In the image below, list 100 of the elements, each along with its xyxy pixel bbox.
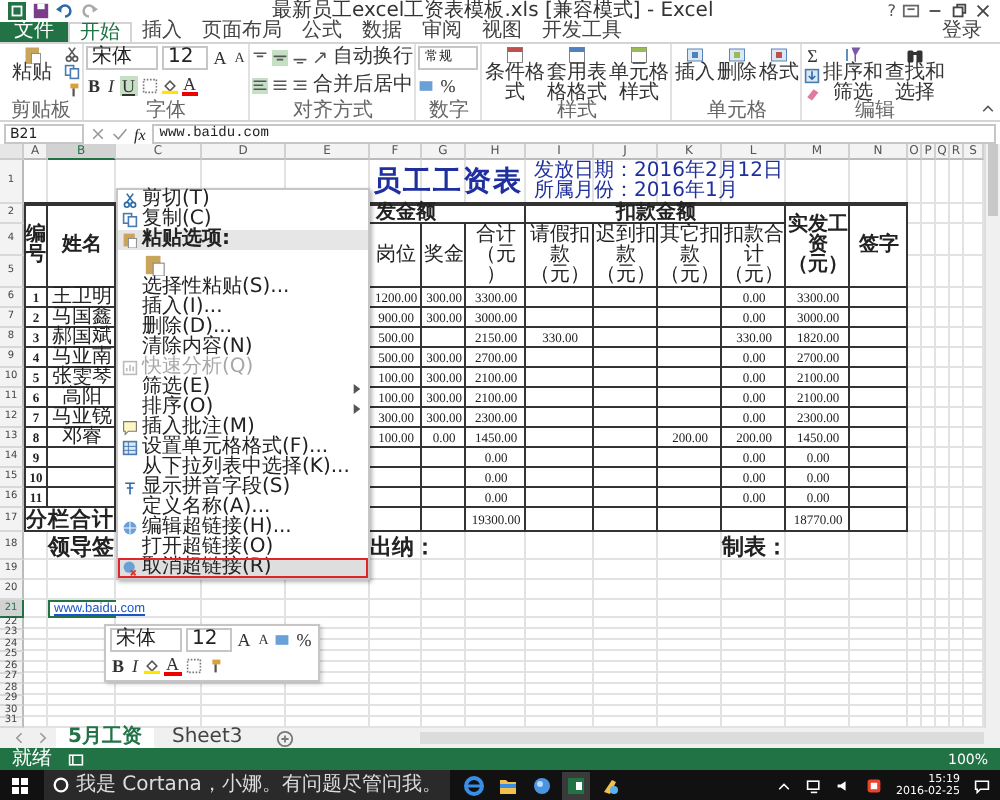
menu-item[interactable]: 清除内容(N)	[118, 338, 368, 358]
font-size-dropdown[interactable]: 12	[186, 628, 232, 652]
fill-color-icon[interactable]	[144, 658, 161, 674]
percent-button[interactable]: %	[438, 76, 458, 96]
insert-function-button[interactable]: fx	[134, 125, 146, 143]
table-style-icon	[567, 46, 586, 64]
horizontal-align-icon[interactable]	[292, 78, 309, 94]
paste-option-icon[interactable]	[144, 253, 166, 275]
spreadsheet-app-icon[interactable]	[565, 775, 586, 795]
italic-button[interactable]: I	[130, 656, 141, 676]
currency-icon[interactable]	[418, 78, 435, 94]
cells-button[interactable]: 格式	[758, 46, 799, 84]
ribbon-tab[interactable]: 页面布局	[192, 22, 292, 42]
fill-icon[interactable]	[804, 68, 821, 84]
editing-button[interactable]: 查找和选择	[884, 46, 945, 104]
currency-icon[interactable]	[274, 632, 291, 648]
menu-item[interactable]: 从下拉列表中选择(K)...	[118, 458, 368, 478]
cells-button[interactable]: 删除	[716, 46, 757, 84]
windows-start-icon[interactable]	[10, 775, 30, 795]
percent-button[interactable]: %	[294, 630, 314, 650]
cells-button[interactable]: 插入	[674, 46, 715, 84]
border-icon[interactable]	[141, 78, 158, 94]
globe-remove-icon	[122, 560, 138, 576]
menu-item[interactable]: 定义名称(A)...	[118, 498, 368, 518]
bold-button[interactable]: B	[110, 656, 127, 676]
fill-color-icon[interactable]	[161, 78, 178, 94]
font-name-dropdown[interactable]: 宋体	[110, 628, 182, 652]
ribbon-tab[interactable]: 开发工具	[532, 22, 632, 42]
input-method-icon[interactable]	[866, 777, 883, 793]
menu-item[interactable]: 复制(C)	[118, 210, 368, 230]
font-name-dropdown[interactable]: 宋体	[86, 46, 158, 70]
macro-record-icon[interactable]	[68, 751, 84, 767]
menu-item[interactable]: 打开超链接(O)	[118, 538, 368, 558]
text-orientation-icon[interactable]	[312, 50, 329, 66]
ribbon-tab[interactable]: 视图	[472, 22, 532, 42]
vertical-align-icon[interactable]	[272, 50, 289, 66]
ribbon-tab[interactable]: 公式	[292, 22, 352, 42]
group-label: 数字	[426, 102, 471, 120]
style-button[interactable]: 单元格样式	[608, 46, 669, 104]
add-sheet-icon[interactable]	[276, 729, 295, 747]
globe-icon[interactable]	[531, 775, 552, 795]
menu-item[interactable]: 选择性粘贴(S)...	[118, 278, 368, 298]
menu-item[interactable]: 筛选(E)	[118, 378, 368, 398]
menu-item[interactable]: 设置单元格格式(F)...	[118, 438, 368, 458]
ribbon-tab[interactable]: 开始	[68, 22, 132, 42]
sign-in-link[interactable]: 登录	[932, 22, 992, 42]
save-icon[interactable]	[32, 2, 50, 20]
close-icon[interactable]	[974, 2, 993, 20]
font-size-dropdown[interactable]: 12	[162, 46, 208, 70]
bold-button[interactable]: B	[86, 76, 103, 96]
paint-app-icon[interactable]	[599, 775, 620, 795]
sheet-tab[interactable]: 5月工资	[56, 727, 154, 749]
horizontal-align-icon[interactable]	[252, 78, 269, 94]
collapse-ribbon-icon[interactable]	[980, 100, 996, 116]
font-color-button[interactable]: A	[181, 76, 199, 96]
sheet-tab[interactable]: Sheet3	[159, 728, 255, 748]
browser-e-icon[interactable]	[463, 775, 484, 795]
menu-item[interactable]: 插入(I)...	[118, 298, 368, 318]
wrap-text-button[interactable]: 自动换行	[332, 48, 413, 68]
group-label: 剪贴板	[9, 102, 73, 120]
copy-icon[interactable]	[64, 64, 80, 80]
underline-button[interactable]: U	[120, 76, 138, 96]
ribbon-display-icon[interactable]	[902, 2, 921, 20]
search-field[interactable]: 我是 Cortana，小娜。有问题尽管问我。	[44, 770, 450, 800]
cancel-icon[interactable]	[90, 126, 106, 142]
scissors-icon[interactable]	[64, 46, 80, 62]
check-icon[interactable]	[112, 126, 128, 142]
ribbon-tab[interactable]: 插入	[132, 22, 192, 42]
font-color-button[interactable]: A	[164, 656, 182, 676]
autosum-button[interactable]: Σ	[805, 46, 820, 66]
notification-icon[interactable]	[974, 777, 990, 793]
vertical-scrollbar[interactable]	[984, 144, 1000, 728]
menu-item[interactable]: 剪切(T)	[118, 190, 368, 210]
menu-item[interactable]: 排序(O)	[118, 398, 368, 418]
table-cell-text: 高阳	[62, 390, 102, 406]
horizontal-align-icon[interactable]	[272, 78, 289, 94]
grow-font-button[interactable]: A	[211, 48, 229, 68]
paste-button[interactable]: 粘贴	[2, 46, 62, 84]
eraser-icon[interactable]	[804, 86, 821, 102]
style-button[interactable]: 条件格式	[484, 46, 545, 104]
help-button[interactable]: ?	[887, 2, 897, 20]
grow-font-button[interactable]: A	[235, 630, 253, 650]
menu-item[interactable]: 编辑超链接(H)...	[118, 518, 368, 538]
menu-item[interactable]: 删除(D)...	[118, 318, 368, 338]
merge-center-button[interactable]: 合并后居中	[312, 76, 413, 96]
menu-item[interactable]: 插入批注(M)	[118, 418, 368, 438]
table-cell: 王卫明	[50, 290, 114, 306]
folder-icon[interactable]	[497, 775, 518, 795]
undo-icon[interactable]	[56, 2, 74, 20]
network-icon[interactable]	[806, 777, 823, 793]
table-style-icon	[505, 46, 524, 64]
italic-button[interactable]: I	[106, 76, 117, 96]
ribbon-tab[interactable]: 审阅	[412, 22, 472, 42]
border-icon[interactable]	[185, 658, 202, 674]
ribbon-tab[interactable]: 数据	[352, 22, 412, 42]
style-button[interactable]: 套用表格格式	[546, 46, 607, 104]
format-painter-icon[interactable]	[64, 82, 80, 98]
restore-icon[interactable]	[950, 2, 969, 20]
table-header: 扣款合计（元）	[724, 226, 784, 286]
menu-item[interactable]: 显示拼音字段(S)	[118, 478, 368, 498]
